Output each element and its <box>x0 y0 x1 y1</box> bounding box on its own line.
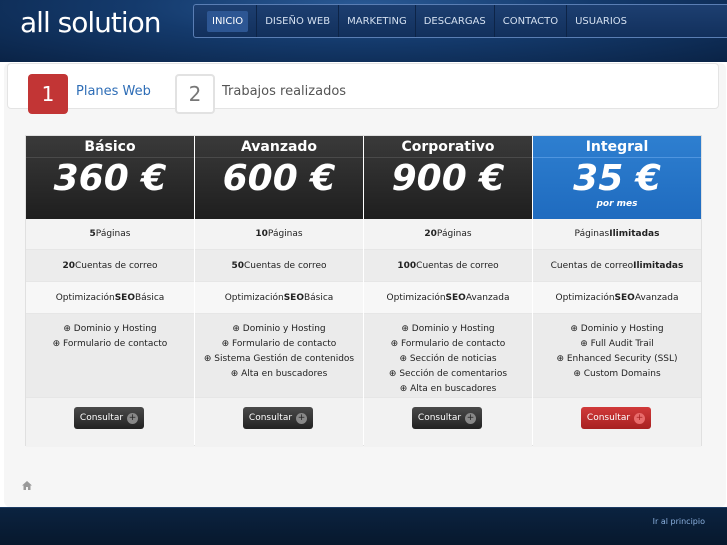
plan-seo: Optimización SEO Básica <box>26 282 194 314</box>
plan-pages: Páginas Ilimitadas <box>533 219 701 250</box>
plan-email: 20 Cuentas de correo <box>26 250 194 282</box>
site-header: all solution INICIO DISEÑO WEB MARKETING… <box>0 0 727 62</box>
plan-period: por mes <box>596 199 638 209</box>
plan-features: ⊕ Dominio y Hosting ⊕ Formulario de cont… <box>195 314 363 398</box>
nav-item-diseno-web[interactable]: DISEÑO WEB <box>257 5 340 37</box>
plan-integral: Integral 35 € por mes Páginas Ilimitadas… <box>533 136 701 447</box>
plan-email: Cuentas de correo Ilimitadas <box>533 250 701 282</box>
plan-name: Básico <box>26 136 194 158</box>
plan-seo: Optimización SEO Avanzada <box>364 282 532 314</box>
plan-price: 35 € <box>573 158 661 199</box>
feature-item: ⊕ Alta en buscadores <box>230 369 328 379</box>
feature-item: ⊕ Enhanced Security (SSL) <box>556 354 678 364</box>
plus-circle-icon: + <box>634 412 646 424</box>
tab-trabajos-realizados[interactable]: Trabajos realizados <box>222 84 346 99</box>
feature-item: ⊕ Sistema Gestión de contenidos <box>203 354 355 364</box>
home-icon[interactable] <box>22 481 32 490</box>
plan-pages: 10 Páginas <box>195 219 363 250</box>
plan-pages: 20 Páginas <box>364 219 532 250</box>
tab-planes-web[interactable]: Planes Web <box>76 84 151 99</box>
plan-features: ⊕ Dominio y Hosting ⊕ Formulario de cont… <box>364 314 532 398</box>
nav-item-usuarios[interactable]: USUARIOS <box>567 5 635 37</box>
feature-item: ⊕ Sección de noticias <box>399 354 497 364</box>
feature-item: ⊕ Formulario de contacto <box>52 339 168 349</box>
feature-item: ⊕ Dominio y Hosting <box>63 324 157 334</box>
main-content: 1 Planes Web 2 Trabajos realizados Básic… <box>4 63 726 507</box>
plan-seo: Optimización SEO Básica <box>195 282 363 314</box>
nav-item-marketing[interactable]: MARKETING <box>339 5 416 37</box>
feature-item: ⊕ Custom Domains <box>573 369 661 379</box>
feature-item: ⊕ Dominio y Hosting <box>570 324 664 334</box>
feature-item: ⊕ Sección de comentarios <box>388 369 508 379</box>
feature-item: ⊕ Formulario de contacto <box>221 339 337 349</box>
plan-header: Integral 35 € por mes <box>533 136 701 219</box>
plan-features: ⊕ Dominio y Hosting ⊕ Formulario de cont… <box>26 314 194 398</box>
plan-basico: Básico 360 € 5 Páginas 20 Cuentas de cor… <box>26 136 194 447</box>
nav-item-descargas[interactable]: DESCARGAS <box>416 5 495 37</box>
plan-email: 100 Cuentas de correo <box>364 250 532 282</box>
plan-price: 900 € <box>391 158 505 199</box>
nav-item-contacto[interactable]: CONTACTO <box>495 5 568 37</box>
plus-circle-icon: + <box>127 412 139 424</box>
consultar-button[interactable]: Consultar + <box>243 407 313 429</box>
feature-item: ⊕ Dominio y Hosting <box>401 324 495 334</box>
plan-name: Avanzado <box>195 136 363 158</box>
plan-header: Corporativo 900 € <box>364 136 532 219</box>
plan-name: Corporativo <box>364 136 532 158</box>
feature-item: ⊕ Full Audit Trail <box>580 339 654 349</box>
back-to-top-link[interactable]: Ir al principio <box>653 517 705 526</box>
main-nav: INICIO DISEÑO WEB MARKETING DESCARGAS CO… <box>193 4 727 38</box>
tab-trabajos-number[interactable]: 2 <box>175 74 215 114</box>
plan-header: Avanzado 600 € <box>195 136 363 219</box>
nav-item-inicio[interactable]: INICIO <box>199 5 258 37</box>
plan-price: 600 € <box>222 158 336 199</box>
site-footer: Ir al principio <box>0 507 727 545</box>
consultar-button[interactable]: Consultar + <box>412 407 482 429</box>
consultar-button[interactable]: Consultar + <box>581 407 651 429</box>
tab-bar: 1 Planes Web 2 Trabajos realizados <box>7 63 719 114</box>
plus-circle-icon: + <box>465 412 477 424</box>
plan-features: ⊕ Dominio y Hosting ⊕ Full Audit Trail ⊕… <box>533 314 701 398</box>
plan-email: 50 Cuentas de correo <box>195 250 363 282</box>
feature-item: ⊕ Alta en buscadores <box>399 384 497 394</box>
plan-pages: 5 Páginas <box>26 219 194 250</box>
consultar-button[interactable]: Consultar + <box>74 407 144 429</box>
plan-price: 360 € <box>53 158 167 199</box>
plan-avanzado: Avanzado 600 € 10 Páginas 50 Cuentas de … <box>195 136 363 447</box>
feature-item: ⊕ Formulario de contacto <box>390 339 506 349</box>
plan-name: Integral <box>533 136 701 158</box>
plan-header: Básico 360 € <box>26 136 194 219</box>
plan-corporativo: Corporativo 900 € 20 Páginas 100 Cuentas… <box>364 136 532 447</box>
tab-planes-web-number[interactable]: 1 <box>28 74 68 114</box>
feature-item: ⊕ Dominio y Hosting <box>232 324 326 334</box>
pricing-table: Básico 360 € 5 Páginas 20 Cuentas de cor… <box>25 135 702 447</box>
site-logo[interactable]: all solution <box>20 6 161 39</box>
plan-seo: Optimización SEO Avanzada <box>533 282 701 314</box>
plus-circle-icon: + <box>296 412 308 424</box>
